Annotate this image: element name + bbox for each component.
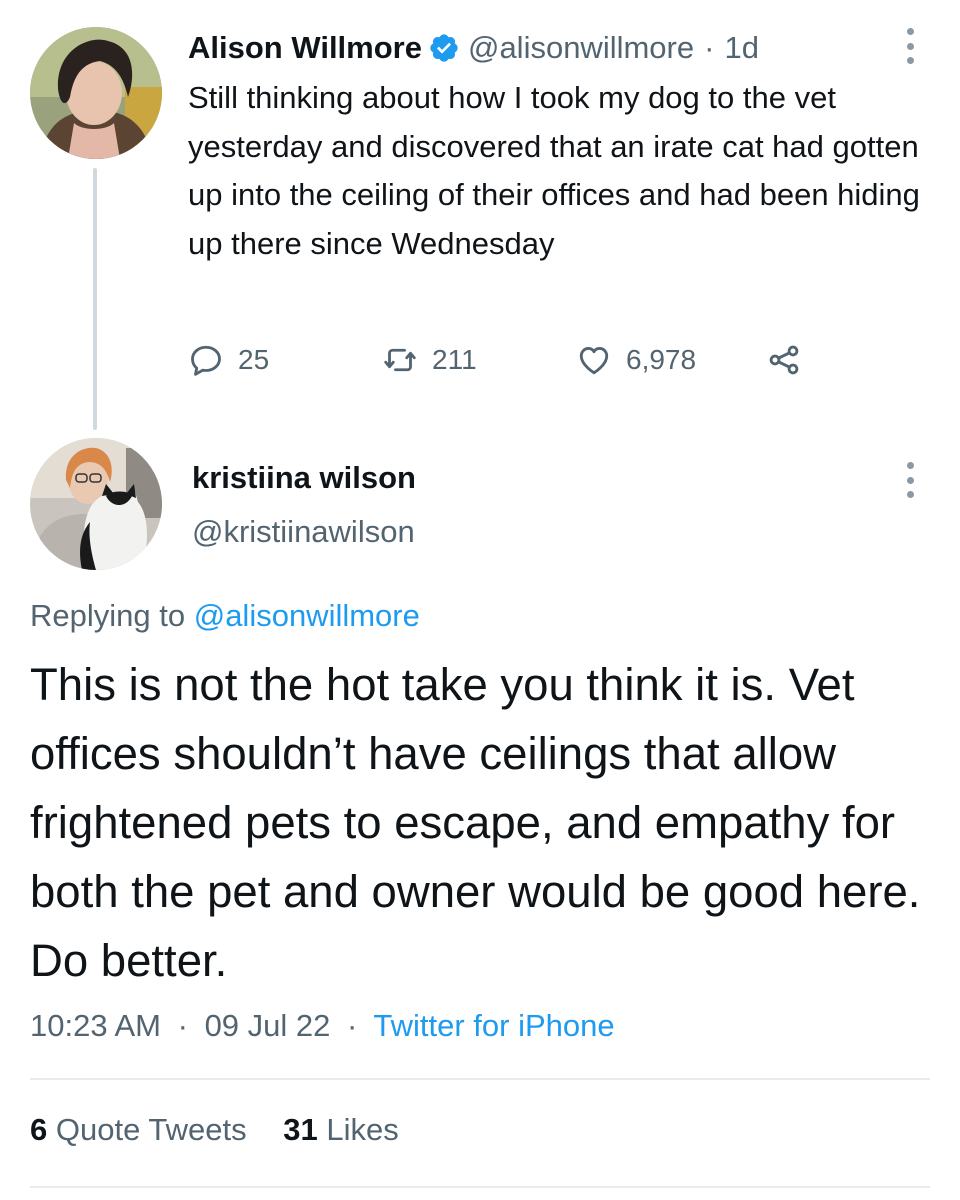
replying-to-link[interactable]: @alisonwillmore [194,598,420,633]
parent-author-handle[interactable]: @alisonwillmore [468,30,694,66]
likes-stat[interactable]: 31 Likes [283,1112,398,1147]
parent-tweet-header: Alison Willmore @alisonwillmore · 1d [188,26,759,70]
tweet-time[interactable]: 10:23 AM [30,1008,161,1043]
reply-tweet-text: This is not the hot take you think it is… [30,659,921,986]
parent-tweet-text: Still thinking about how I took my dog t… [188,80,920,261]
header-separator: · [704,30,715,65]
tweet-metadata: 10:23 AM · 09 Jul 22 · Twitter for iPhon… [30,1008,615,1044]
like-button[interactable]: 6,978 [576,336,696,384]
reply-icon [191,345,221,376]
avatar-alison-willmore[interactable] [30,27,162,159]
more-options-icon[interactable] [905,28,915,64]
thread-connector-line [93,168,97,430]
tweet-age[interactable]: 1d [724,30,758,66]
retweet-button[interactable]: 211 [382,336,477,384]
likes-count: 31 [283,1112,318,1147]
verified-badge-icon [428,32,460,64]
likes-label: Likes [326,1112,399,1147]
heart-icon [579,347,609,375]
reply-button[interactable]: 25 [188,336,269,384]
meta-separator: · [347,1008,358,1043]
engagement-stats: 6 Quote Tweets 31 Likes [30,1112,427,1148]
divider [30,1186,930,1188]
like-count: 6,978 [626,344,697,375]
reply-count: 25 [238,344,270,375]
quote-tweets-label: Quote Tweets [55,1112,247,1147]
parent-tweet-actions: 25 211 6,978 [188,336,828,384]
retweet-icon [384,348,416,372]
divider [30,1078,930,1080]
tweet-source-link[interactable]: Twitter for iPhone [373,1008,614,1043]
share-button[interactable] [766,336,802,384]
quote-tweets-stat[interactable]: 6 Quote Tweets [30,1112,247,1147]
parent-author-name[interactable]: Alison Willmore [188,30,422,66]
avatar-kristiina-wilson[interactable] [30,438,162,570]
replying-to-line: Replying to @alisonwillmore [30,598,420,634]
share-icon [769,345,799,375]
more-options-icon[interactable] [905,462,915,498]
reply-author-name[interactable]: kristiina wilson [192,460,416,496]
meta-separator: · [177,1008,188,1043]
quote-tweets-count: 6 [30,1112,48,1147]
retweet-count: 211 [432,344,477,375]
tweet-date[interactable]: 09 Jul 22 [205,1008,331,1043]
reply-author-handle[interactable]: @kristiinawilson [192,514,415,550]
replying-to-prefix: Replying to [30,598,186,633]
